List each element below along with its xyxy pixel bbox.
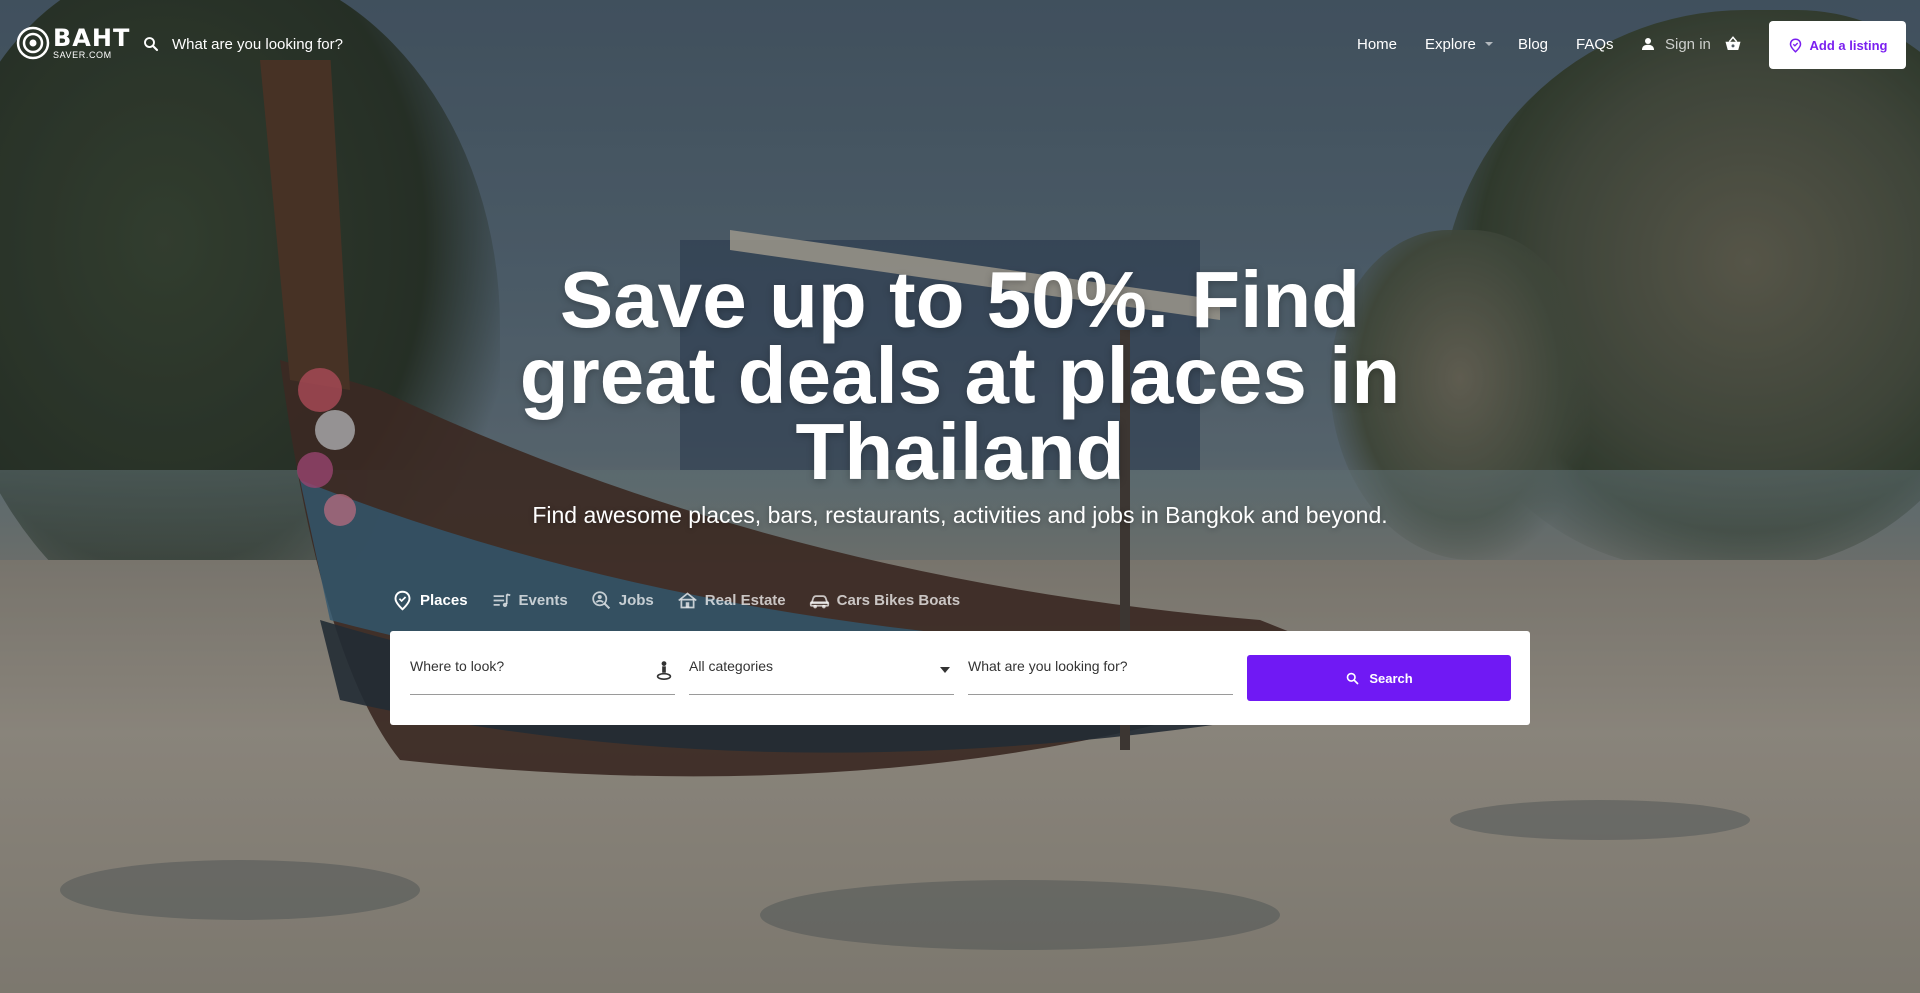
location-person-icon[interactable] [653,659,675,681]
header-search [142,35,472,53]
where-field [410,655,675,695]
hero-title-line3: Thailand [795,407,1125,496]
car-icon [809,595,829,609]
search-button-label: Search [1369,670,1413,686]
tab-jobs-label: Jobs [618,592,654,609]
house-icon [677,592,697,609]
category-select-value: All categories [689,658,774,674]
header-search-input[interactable] [172,35,472,53]
cart-button[interactable] [1724,35,1742,57]
search-button[interactable]: Search [1247,655,1511,701]
search-panel: All categories Search [390,631,1530,725]
dropdown-arrow-icon [940,667,950,673]
tab-events[interactable]: Events [491,590,568,611]
search-icon [144,37,159,52]
what-field [968,655,1233,695]
logo-wordmark: BAHT [53,24,131,52]
hero-title: Save up to 50%. Find great deals at plac… [460,260,1460,492]
tab-jobs[interactable]: Jobs [591,590,654,611]
category-select[interactable]: All categories [689,655,954,695]
search-icon [1347,672,1359,684]
add-listing-button[interactable]: Add a listing [1769,21,1906,69]
playlist-icon [493,593,511,608]
listing-type-tabs: Places Events Jobs Real Estate Cars Bike… [392,590,983,611]
tab-cars-bikes-boats[interactable]: Cars Bikes Boats [809,590,960,611]
tab-real-estate[interactable]: Real Estate [677,590,786,611]
basket-icon [1725,36,1741,50]
user-icon [1642,38,1654,50]
tab-events-label: Events [518,592,568,609]
job-search-icon [592,591,610,610]
what-input[interactable] [968,655,1233,674]
tab-real-estate-label: Real Estate [704,592,786,609]
nav-blog[interactable]: Blog [1518,36,1548,53]
map-pin-icon [394,590,411,611]
logo-domain: SAVER.COM [53,50,112,60]
site-logo[interactable]: BAHT SAVER.COM [16,26,130,60]
nav-explore-label: Explore [1425,36,1476,53]
tab-places-label: Places [420,592,468,609]
sign-in-link[interactable]: Sign in [1639,35,1711,53]
sign-in-label: Sign in [1665,35,1711,53]
hero-subtitle: Find awesome places, bars, restaurants, … [532,502,1388,528]
site-header: BAHT SAVER.COM Home Explore Blog FAQs Si… [0,0,1920,90]
hero-background-image [0,0,1920,993]
tab-places[interactable]: Places [392,590,468,611]
map-pin-check-icon [1789,37,1801,53]
add-listing-label: Add a listing [1809,37,1888,53]
chevron-down-icon [1484,42,1493,46]
tab-cars-bikes-boats-label: Cars Bikes Boats [836,592,961,609]
nav-faqs[interactable]: FAQs [1576,36,1614,53]
where-input[interactable] [410,655,675,674]
logo-swirl-icon [16,26,50,60]
nav-explore[interactable]: Explore [1425,36,1493,53]
nav-home[interactable]: Home [1357,36,1397,53]
